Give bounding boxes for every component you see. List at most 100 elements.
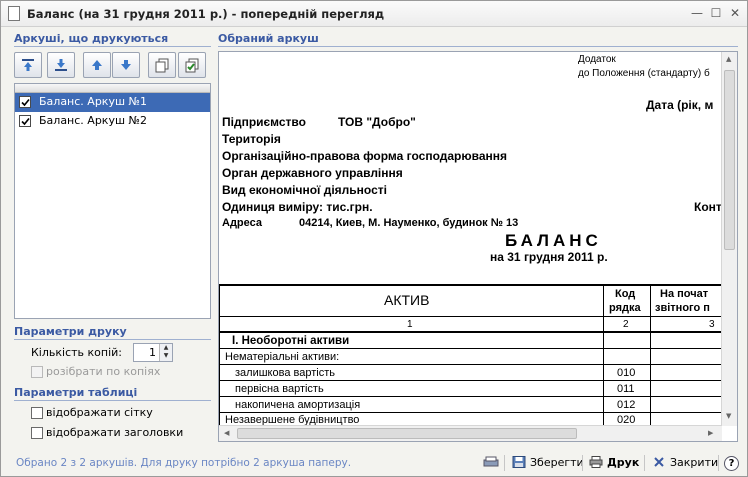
scroll-right-icon[interactable]: ▶ bbox=[708, 429, 713, 437]
col-code-header-1: Код bbox=[615, 288, 636, 300]
checkmark-icon bbox=[21, 98, 30, 107]
col-begin-header-1: На почат bbox=[660, 288, 709, 300]
sheet-1-label: Баланс. Аркуш №1 bbox=[39, 95, 147, 108]
sheet-item-2[interactable]: Баланс. Аркуш №2 bbox=[15, 112, 210, 131]
status-separator bbox=[504, 455, 505, 471]
stepper-down-icon[interactable]: ▼ bbox=[160, 352, 172, 360]
show-headers-checkbox[interactable] bbox=[31, 427, 43, 439]
table-header-border bbox=[219, 316, 722, 317]
select-all-button[interactable] bbox=[178, 52, 206, 78]
move-up-icon bbox=[92, 60, 102, 70]
document-page: Додаток до Положення (стандарту) б Дата … bbox=[219, 52, 722, 426]
move-up-button[interactable] bbox=[83, 52, 111, 78]
show-grid-checkbox[interactable] bbox=[31, 407, 43, 419]
sheet-1-checkbox[interactable] bbox=[19, 96, 31, 108]
address-value: 04214, Киев, М. Науменко, будинок № 13 bbox=[299, 217, 519, 229]
save-label: Зберегти bbox=[530, 456, 584, 469]
restore-button[interactable]: ☐ bbox=[708, 6, 724, 21]
title-bar: Баланс (на 31 грудня 2011 р.) - попередн… bbox=[1, 1, 747, 27]
col-number-3: 3 bbox=[709, 319, 715, 330]
sheets-list-header bbox=[15, 84, 210, 93]
sheets-list[interactable]: Баланс. Аркуш №1 Баланс. Аркуш №2 bbox=[14, 83, 211, 319]
document-date: на 31 грудня 2011 р. bbox=[490, 250, 608, 264]
select-all-icon bbox=[185, 58, 199, 73]
table-row-code: 010 bbox=[617, 367, 636, 379]
status-separator bbox=[582, 455, 583, 471]
status-separator bbox=[644, 455, 645, 471]
collate-checkbox[interactable] bbox=[31, 366, 43, 378]
table-row-border bbox=[219, 380, 722, 381]
move-to-bottom-button[interactable] bbox=[47, 52, 75, 78]
table-row-border bbox=[219, 412, 722, 413]
table-params-header: Параметри таблиці bbox=[14, 386, 138, 399]
document-title: БАЛАНС bbox=[505, 231, 602, 250]
sheet-2-label: Баланс. Аркуш №2 bbox=[39, 114, 147, 127]
sheets-toolbar bbox=[14, 52, 211, 78]
col-number-2: 2 bbox=[623, 319, 629, 330]
table-row-label: I. Необоротні активи bbox=[232, 335, 350, 347]
copies-stepper[interactable]: 1 ▲ ▼ bbox=[133, 343, 173, 362]
minimize-button[interactable]: — bbox=[689, 6, 705, 21]
status-text: Обрано 2 з 2 аркушів. Для друку потрібно… bbox=[16, 457, 352, 469]
table-row-border bbox=[219, 364, 722, 365]
sheet-item-1[interactable]: Баланс. Аркуш №1 bbox=[15, 93, 210, 112]
settings-button[interactable] bbox=[483, 453, 499, 473]
help-button[interactable]: ? bbox=[724, 453, 739, 473]
table-row-border bbox=[219, 348, 722, 349]
document-icon bbox=[8, 6, 20, 21]
copy-icon bbox=[155, 58, 169, 73]
scroll-down-icon[interactable]: ▼ bbox=[726, 412, 731, 420]
scroll-up-icon[interactable]: ▲ bbox=[726, 55, 731, 63]
table-params-divider bbox=[14, 400, 211, 401]
col-asset-header: АКТИВ bbox=[384, 292, 430, 308]
table-top-border bbox=[219, 284, 722, 286]
move-down-icon bbox=[121, 60, 131, 70]
move-to-top-button[interactable] bbox=[14, 52, 42, 78]
territory-label: Територія bbox=[222, 132, 281, 146]
gov-body-label: Орган державного управління bbox=[222, 166, 403, 180]
table-col-divider-2 bbox=[650, 284, 651, 426]
table-numbers-border bbox=[219, 331, 722, 333]
save-icon bbox=[512, 456, 526, 468]
table-row-label: Нематеріальні активи: bbox=[225, 351, 340, 363]
scroll-left-icon[interactable]: ◀ bbox=[224, 429, 229, 437]
table-row-border bbox=[219, 396, 722, 397]
date-label: Дата (рік, м bbox=[646, 98, 714, 112]
sheet-preview[interactable]: Додаток до Положення (стандарту) б Дата … bbox=[218, 51, 738, 442]
copy-button[interactable] bbox=[148, 52, 176, 78]
table-row-label: первісна вартість bbox=[235, 383, 324, 395]
show-headers-label: відображати заголовки bbox=[46, 426, 184, 439]
preview-header: Обраний аркуш bbox=[218, 32, 319, 45]
table-col-divider-1 bbox=[603, 284, 604, 426]
col-number-1: 1 bbox=[407, 319, 413, 330]
table-row-code: 011 bbox=[617, 383, 635, 395]
collate-label: розібрати по копіях bbox=[46, 365, 161, 378]
print-params-header: Параметри друку bbox=[14, 325, 127, 338]
org-form-label: Організаційно-правова форма господарюван… bbox=[222, 149, 508, 163]
save-button[interactable]: Зберегти bbox=[512, 453, 584, 473]
checkmark-icon bbox=[21, 117, 30, 126]
close-label: Закрити bbox=[670, 456, 719, 469]
vertical-scroll-thumb[interactable] bbox=[724, 70, 735, 250]
addendum-label: Додаток bbox=[578, 54, 616, 65]
copies-label: Кількість копій: bbox=[31, 346, 122, 359]
horizontal-scrollbar[interactable]: ◀ ▶ bbox=[219, 425, 722, 441]
copies-stepper-arrows[interactable]: ▲ ▼ bbox=[159, 344, 172, 361]
window-title: Баланс (на 31 грудня 2011 р.) - попередн… bbox=[27, 7, 385, 21]
move-down-button[interactable] bbox=[112, 52, 140, 78]
help-icon: ? bbox=[724, 456, 739, 471]
table-row-label: залишкова вартість bbox=[235, 367, 335, 379]
cont-label: Конт bbox=[694, 200, 722, 214]
close-window-button[interactable]: ✕ bbox=[727, 6, 743, 21]
close-icon bbox=[654, 457, 664, 467]
horizontal-scroll-thumb[interactable] bbox=[237, 428, 577, 439]
sheet-2-checkbox[interactable] bbox=[19, 115, 31, 127]
vertical-scrollbar[interactable]: ▲ ▼ bbox=[721, 52, 737, 426]
col-code-header-2: рядка bbox=[609, 302, 641, 314]
table-row-label: накопичена амортизація bbox=[235, 399, 361, 411]
stepper-up-icon[interactable]: ▲ bbox=[160, 344, 172, 352]
close-button[interactable]: Закрити bbox=[652, 453, 718, 473]
status-bar: Обрано 2 з 2 аркушів. Для друку потрібно… bbox=[1, 448, 747, 476]
print-button[interactable]: Друк bbox=[589, 453, 639, 473]
address-label: Адреса bbox=[222, 217, 262, 229]
